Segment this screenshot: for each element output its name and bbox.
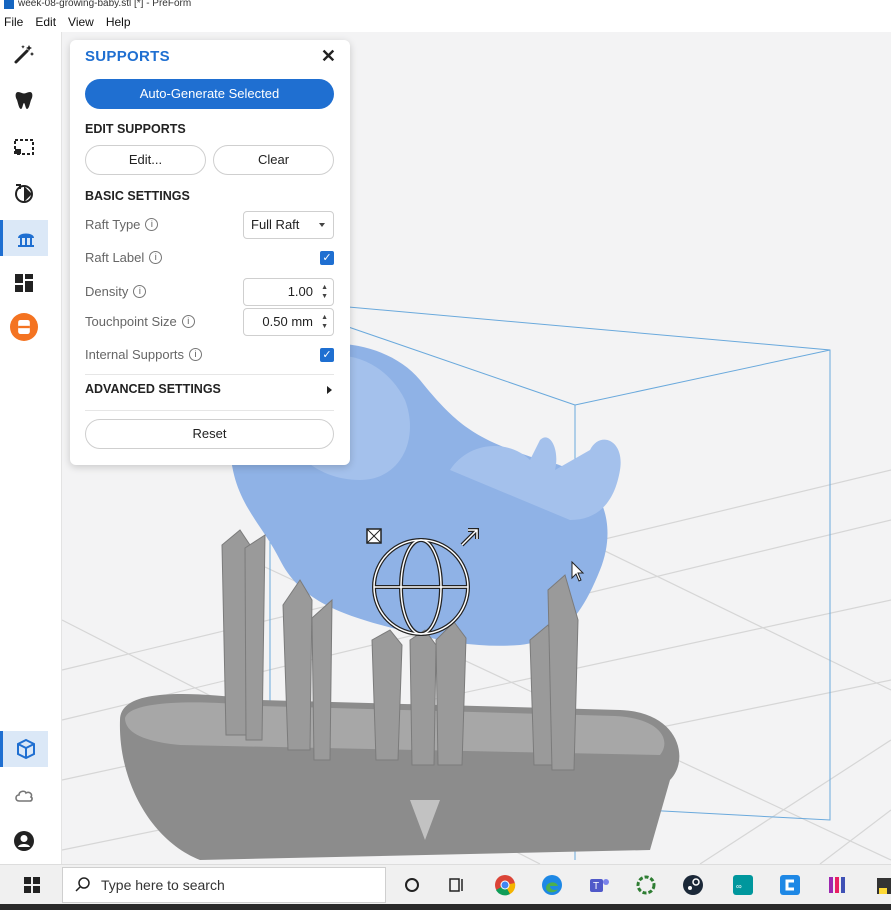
stepper-arrows-icon[interactable]: ▲ ▼ bbox=[321, 283, 328, 301]
app-icon[interactable] bbox=[825, 873, 849, 897]
edit-supports-heading: EDIT SUPPORTS bbox=[85, 122, 186, 136]
svg-text:∞: ∞ bbox=[736, 882, 742, 891]
account-tool[interactable] bbox=[0, 823, 48, 859]
close-icon[interactable]: ✕ bbox=[321, 46, 336, 67]
raft-type-row: Raft Type i bbox=[85, 217, 159, 232]
task-view-icon[interactable] bbox=[445, 873, 469, 897]
chrome-icon[interactable] bbox=[493, 873, 517, 897]
layout-icon bbox=[15, 274, 33, 292]
cloud-tool[interactable] bbox=[0, 777, 48, 813]
tooth-icon bbox=[15, 92, 33, 109]
windows-start-icon[interactable] bbox=[24, 877, 40, 893]
window-titlebar: week-08-growing-baby.stl [*] - PreForm bbox=[0, 0, 891, 12]
orientation-tool[interactable] bbox=[0, 175, 48, 211]
stepper-arrows-icon[interactable]: ▲ ▼ bbox=[321, 313, 328, 331]
windows-taskbar: Type here to search T ∞ bbox=[0, 864, 891, 904]
preform-app-icon bbox=[4, 0, 14, 9]
cloud-icon bbox=[15, 790, 33, 802]
menu-edit[interactable]: Edit bbox=[35, 15, 56, 29]
tooth-tool[interactable] bbox=[0, 82, 48, 118]
internal-supports-checkbox[interactable]: ✓ bbox=[320, 348, 334, 362]
raft-label-row: Raft Label i bbox=[85, 250, 163, 265]
touchpoint-row: Touchpoint Size i bbox=[85, 314, 195, 329]
divider bbox=[85, 410, 334, 411]
supports-panel: SUPPORTS ✕ Auto-Generate Selected EDIT S… bbox=[70, 40, 350, 465]
chevron-down-icon bbox=[319, 223, 325, 227]
window-title: week-08-growing-baby.stl [*] - PreForm bbox=[18, 0, 192, 9]
teams-icon[interactable]: T bbox=[587, 873, 611, 897]
app-icon[interactable] bbox=[872, 873, 891, 897]
arduino-icon[interactable]: ∞ bbox=[731, 873, 755, 897]
supports-tool[interactable] bbox=[0, 220, 48, 256]
svg-text:T: T bbox=[593, 881, 599, 892]
panel-title: SUPPORTS bbox=[85, 48, 170, 65]
info-icon[interactable]: i bbox=[149, 251, 163, 264]
raft-type-label: Raft Type bbox=[85, 217, 141, 232]
menu-bar: File Edit View Help bbox=[0, 12, 891, 32]
menu-help[interactable]: Help bbox=[106, 15, 131, 29]
density-row: Density i bbox=[85, 284, 147, 299]
printer-icon bbox=[10, 313, 38, 341]
search-placeholder: Type here to search bbox=[101, 877, 225, 893]
app-icon[interactable] bbox=[778, 873, 802, 897]
magic-wand-icon bbox=[14, 45, 34, 64]
app-icon[interactable] bbox=[634, 873, 658, 897]
raft-label-checkbox[interactable]: ✓ bbox=[320, 251, 334, 265]
edge-icon[interactable] bbox=[540, 873, 564, 897]
reset-button[interactable]: Reset bbox=[85, 419, 334, 449]
info-icon[interactable]: i bbox=[181, 315, 195, 328]
menu-view[interactable]: View bbox=[68, 15, 94, 29]
density-value: 1.00 bbox=[287, 284, 313, 299]
advanced-settings-heading[interactable]: ADVANCED SETTINGS bbox=[85, 382, 221, 396]
raft-label-label: Raft Label bbox=[85, 250, 145, 265]
touchpoint-stepper[interactable]: 0.50 mm ▲ ▼ bbox=[243, 308, 334, 336]
account-icon bbox=[14, 831, 34, 851]
density-stepper[interactable]: 1.00 ▲ ▼ bbox=[243, 278, 334, 306]
steam-icon[interactable] bbox=[681, 873, 705, 897]
raft-type-select[interactable]: Full Raft bbox=[243, 211, 334, 239]
select-region-tool[interactable] bbox=[0, 129, 48, 165]
edit-button[interactable]: Edit... bbox=[85, 145, 206, 175]
layout-tool[interactable] bbox=[0, 265, 48, 301]
internal-supports-label: Internal Supports bbox=[85, 347, 185, 362]
orientation-icon bbox=[15, 184, 33, 203]
magic-wand-tool[interactable] bbox=[0, 36, 48, 72]
printer-tool[interactable] bbox=[0, 309, 48, 345]
density-label: Density bbox=[85, 284, 129, 299]
supports-icon bbox=[17, 233, 34, 247]
local-view-tool[interactable] bbox=[0, 731, 48, 767]
info-icon[interactable]: i bbox=[133, 285, 147, 298]
clear-button[interactable]: Clear bbox=[213, 145, 334, 175]
menu-file[interactable]: File bbox=[4, 15, 23, 29]
divider bbox=[85, 374, 334, 375]
select-region-icon bbox=[14, 139, 34, 155]
info-icon[interactable]: i bbox=[189, 348, 203, 361]
touchpoint-value: 0.50 mm bbox=[262, 314, 313, 329]
touchpoint-label: Touchpoint Size bbox=[85, 314, 177, 329]
basic-settings-heading: BASIC SETTINGS bbox=[85, 189, 190, 203]
cortana-icon[interactable] bbox=[400, 873, 424, 897]
raft-type-value: Full Raft bbox=[251, 217, 300, 232]
internal-supports-row: Internal Supports i bbox=[85, 347, 203, 362]
left-toolbar bbox=[0, 32, 62, 864]
screen-bottom-strip bbox=[0, 904, 891, 910]
search-icon bbox=[75, 877, 90, 892]
chevron-right-icon[interactable] bbox=[327, 386, 332, 394]
local-view-icon bbox=[16, 738, 35, 760]
taskbar-search-input[interactable]: Type here to search bbox=[62, 867, 386, 903]
auto-generate-button[interactable]: Auto-Generate Selected bbox=[85, 79, 334, 109]
info-icon[interactable]: i bbox=[145, 218, 159, 231]
